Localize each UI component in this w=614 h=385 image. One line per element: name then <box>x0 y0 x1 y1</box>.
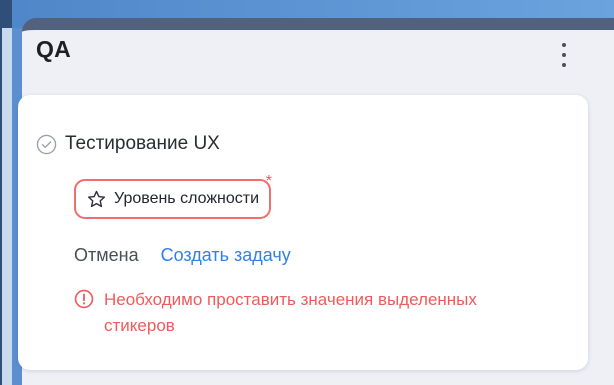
required-mark: * <box>265 173 273 190</box>
card-actions: Отмена Создать задачу <box>74 245 291 266</box>
check-circle-icon[interactable] <box>36 134 57 155</box>
task-row: Тестирование UX <box>36 133 220 155</box>
sticker-label: Уровень сложности <box>114 190 260 207</box>
difficulty-sticker[interactable]: Уровень сложности * <box>74 173 272 219</box>
task-title-input[interactable]: Тестирование UX <box>65 133 220 155</box>
cancel-button[interactable]: Отмена <box>74 245 139 266</box>
adjacent-column-edge <box>2 28 12 385</box>
error-message: Необходимо проставить значения выделенны… <box>104 290 477 335</box>
column-title: QA <box>36 36 71 62</box>
star-icon <box>87 190 106 207</box>
new-task-card: Тестирование UX Уровень сложности * Отме… <box>18 95 588 370</box>
more-vertical-icon[interactable] <box>554 43 574 67</box>
validation-error: Необходимо проставить значения выделенны… <box>74 287 524 339</box>
create-task-button[interactable]: Создать задачу <box>161 245 291 266</box>
alert-circle-icon <box>74 289 94 309</box>
